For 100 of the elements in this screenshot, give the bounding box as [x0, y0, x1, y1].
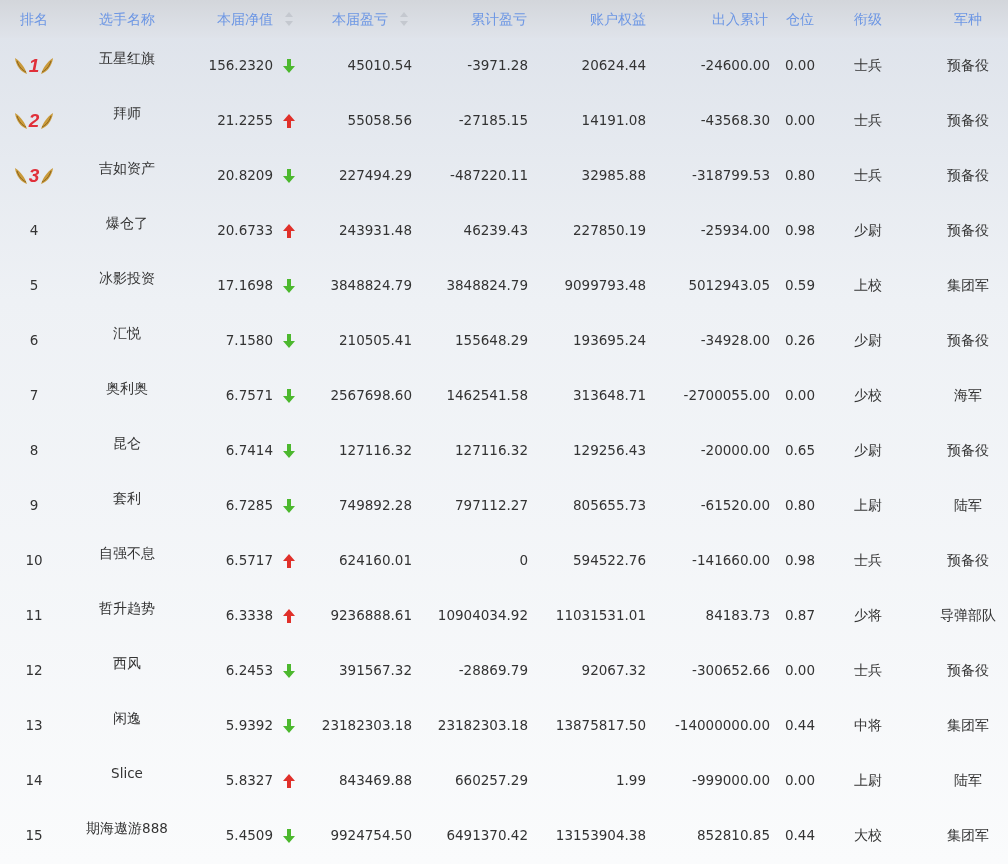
rank-number: 13	[25, 716, 43, 736]
rank-title: 士兵	[853, 56, 882, 76]
position-value: 0.00	[784, 56, 816, 76]
player-name: 闲逸	[113, 709, 141, 729]
net-flow-value: 852810.85	[697, 826, 770, 846]
rank-number: 1	[28, 56, 40, 75]
net-value: 5.8327	[225, 771, 273, 791]
sort-icon[interactable]	[283, 11, 295, 27]
branch-name: 陆军	[954, 771, 982, 791]
net-flow-value: -14000000.00	[674, 716, 770, 736]
rank-title: 少校	[853, 386, 882, 406]
position-value: 0.80	[784, 166, 816, 186]
cumulative-profit: 6491370.42	[446, 826, 528, 846]
wing-icon	[12, 55, 29, 76]
profit-value: 227494.29	[339, 166, 412, 186]
equity-value: 92067.32	[581, 661, 646, 681]
profit-value: 2567698.60	[330, 386, 412, 406]
net-flow-value: -2700055.00	[683, 386, 770, 406]
player-name: 冰影投资	[99, 269, 155, 289]
cumulative-profit: -487220.11	[450, 166, 528, 186]
sort-icon[interactable]	[398, 11, 410, 27]
profit-value: 391567.32	[339, 661, 412, 681]
column-header: 账户权益	[590, 9, 646, 29]
position-value: 0.44	[784, 826, 816, 846]
profit-value: 55058.56	[347, 111, 412, 131]
net-flow-value: -20000.00	[700, 441, 770, 461]
net-value: 7.1580	[225, 331, 273, 351]
equity-value: 805655.73	[573, 496, 646, 516]
rank-title: 士兵	[853, 661, 882, 681]
cumulative-profit: 3848824.79	[446, 276, 528, 296]
equity-value: 313648.71	[573, 386, 646, 406]
player-name: 西风	[113, 654, 141, 674]
rank-title: 士兵	[853, 111, 882, 131]
equity-value: 129256.43	[573, 441, 646, 461]
position-value: 0.00	[784, 386, 816, 406]
cumulative-profit: 660257.29	[455, 771, 528, 791]
rank-number: 6	[29, 331, 39, 351]
profit-value: 9236888.61	[330, 606, 412, 626]
branch-name: 集团军	[947, 826, 989, 846]
equity-value: 13153904.38	[555, 826, 646, 846]
rank-title: 少尉	[853, 221, 882, 241]
equity-value: 193695.24	[573, 331, 646, 351]
profit-value: 210505.41	[339, 331, 412, 351]
column-header: 累计盈亏	[471, 9, 527, 29]
rank-title: 士兵	[853, 166, 882, 186]
player-name: 昆仑	[113, 434, 141, 454]
equity-value: 13875817.50	[555, 716, 646, 736]
net-flow-value: -43568.30	[700, 111, 770, 131]
position-value: 0.00	[784, 771, 816, 791]
column-header: 本届净值	[217, 9, 273, 29]
position-value: 0.44	[784, 716, 816, 736]
rank-number: 8	[29, 441, 39, 461]
cumulative-profit: 155648.29	[455, 331, 528, 351]
rank-title: 中将	[853, 716, 882, 736]
position-value: 0.59	[784, 276, 816, 296]
player-name: 拜师	[113, 104, 141, 124]
rank-number: 10	[25, 551, 43, 571]
profit-value: 243931.48	[339, 221, 412, 241]
cumulative-profit: 46239.43	[463, 221, 528, 241]
net-flow-value: -999000.00	[692, 771, 770, 791]
equity-value: 1.99	[615, 771, 646, 791]
player-name: 五星红旗	[99, 49, 155, 69]
net-flow-value: -34928.00	[700, 331, 770, 351]
net-value: 6.7571	[225, 386, 273, 406]
equity-value: 11031531.01	[555, 606, 646, 626]
position-value: 0.98	[784, 551, 816, 571]
rank-number: 12	[25, 661, 43, 681]
profit-value: 127116.32	[339, 441, 412, 461]
cumulative-profit: 0	[519, 551, 528, 571]
branch-name: 集团军	[947, 276, 989, 296]
player-name: Slice	[111, 764, 143, 784]
rank-number: 7	[29, 386, 39, 406]
position-value: 0.00	[784, 661, 816, 681]
rank-number: 5	[29, 276, 39, 296]
branch-name: 集团军	[947, 716, 989, 736]
player-name: 奥利奥	[106, 379, 148, 399]
net-value: 20.8209	[217, 166, 273, 186]
equity-value: 594522.76	[573, 551, 646, 571]
net-value: 156.2320	[208, 56, 273, 76]
column-header: 排名	[20, 9, 48, 29]
branch-name: 陆军	[954, 496, 982, 516]
branch-name: 预备役	[947, 661, 989, 681]
rank-title: 少尉	[853, 441, 882, 461]
rank-number: 9	[29, 496, 39, 516]
branch-name: 导弹部队	[940, 606, 996, 626]
cumulative-profit: 23182303.18	[437, 716, 528, 736]
column-header: 衔级	[853, 9, 882, 29]
net-flow-value: 5012943.05	[688, 276, 770, 296]
cumulative-profit: 127116.32	[455, 441, 528, 461]
player-name: 吉如资产	[99, 159, 155, 179]
branch-name: 预备役	[947, 441, 989, 461]
net-value: 6.3338	[225, 606, 273, 626]
position-value: 0.65	[784, 441, 816, 461]
profit-value: 45010.54	[347, 56, 412, 76]
rank-number: 4	[29, 221, 39, 241]
player-name: 爆仓了	[106, 214, 148, 234]
net-flow-value: -141660.00	[692, 551, 770, 571]
net-flow-value: -25934.00	[700, 221, 770, 241]
profit-value: 843469.88	[339, 771, 412, 791]
position-value: 0.98	[784, 221, 816, 241]
